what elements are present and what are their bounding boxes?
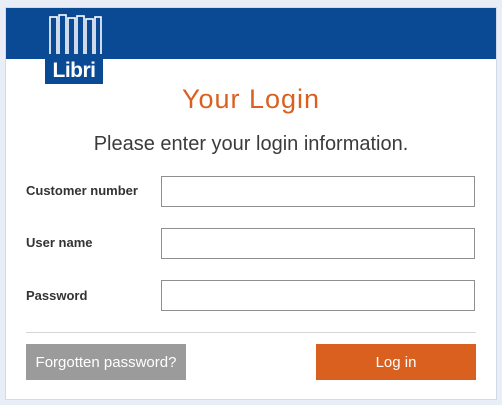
form-divider	[26, 332, 476, 333]
forgot-password-button[interactable]: Forgotten password?	[26, 344, 186, 380]
customer-number-label: Customer number	[26, 183, 138, 198]
login-card: Libri Your Login Please enter your login…	[5, 7, 497, 400]
page-title: Your Login	[181, 84, 321, 114]
logo-text: Libri	[53, 59, 96, 82]
password-label: Password	[26, 288, 88, 303]
customer-number-input[interactable]	[161, 176, 475, 207]
libri-logo: Libri	[45, 14, 103, 84]
page-background: Libri Your Login Please enter your login…	[0, 0, 502, 405]
password-input[interactable]	[161, 280, 475, 311]
user-name-label: User name	[26, 235, 93, 250]
login-button[interactable]: Log in	[316, 344, 476, 380]
user-name-input[interactable]	[161, 228, 475, 259]
login-instructions: Please enter your login information.	[93, 133, 409, 155]
